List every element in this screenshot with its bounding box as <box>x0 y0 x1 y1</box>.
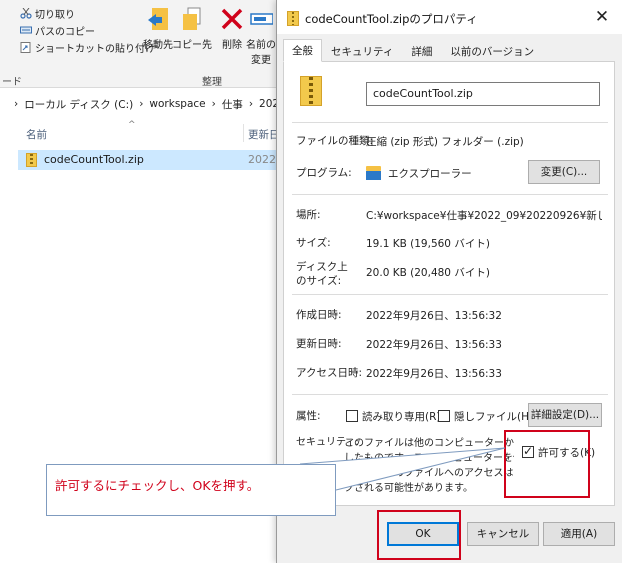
location-label: 場所: <box>296 209 321 221</box>
breadcrumb-separator: › <box>211 98 216 110</box>
rename-icon <box>249 6 274 32</box>
filename-field[interactable]: codeCountTool.zip <box>366 82 600 106</box>
tab-previous-versions[interactable]: 以前のバージョン <box>441 40 543 61</box>
column-name[interactable]: 名前 <box>26 127 47 142</box>
cancel-button[interactable]: キャンセル <box>467 522 539 546</box>
file-explorer-icon <box>366 166 381 180</box>
copy-to-icon <box>180 6 204 32</box>
zip-title-icon <box>287 11 299 26</box>
filetype-value: 圧縮 (zip 形式) フォルダー (.zip) <box>366 136 524 148</box>
readonly-label[interactable]: 読み取り専用(R) <box>362 409 441 424</box>
security-line: したものです。このコンピューターを保護す <box>344 453 514 464</box>
readonly-checkbox[interactable] <box>346 410 358 422</box>
size-value: 19.1 KB (19,560 バイト) <box>366 238 490 250</box>
divider <box>292 394 608 395</box>
copy-to-label: コピー先 <box>172 40 212 51</box>
scissors-icon <box>20 7 32 19</box>
divider <box>292 194 608 195</box>
program-value: エクスプローラー <box>388 168 472 180</box>
zip-file-icon <box>26 153 37 167</box>
breadcrumb-item-work[interactable]: 仕事 <box>222 97 243 112</box>
copy-path-label: パスのコピー <box>35 27 95 38</box>
disk-size-label: ディスク上 のサイズ: <box>296 260 348 288</box>
security-line: るため、このファイルへのアクセスはブロッ <box>344 468 514 479</box>
accessed-label: アクセス日時: <box>296 367 363 379</box>
breadcrumb-item-workspace[interactable]: workspace <box>149 98 205 110</box>
copy-path-button[interactable]: パスのコピー <box>20 23 95 38</box>
program-label: プログラム: <box>296 167 352 179</box>
copy-path-icon <box>20 25 32 36</box>
filetype-label: ファイルの種類: <box>296 135 374 147</box>
rename-label-1: 名前の <box>246 40 276 51</box>
move-to-label: 移動先 <box>143 40 173 51</box>
tab-details[interactable]: 詳細 <box>402 40 441 61</box>
size-label: サイズ: <box>296 237 331 249</box>
disk-size-value: 20.0 KB (20,480 バイト) <box>366 267 490 279</box>
breadcrumb-item-drive[interactable]: ローカル ディスク (C:) <box>24 97 133 112</box>
file-date: 2022/ <box>248 153 280 166</box>
callout-text: 許可するにチェックし、OKを押す。 <box>55 478 260 493</box>
breadcrumb-separator: › <box>248 98 254 110</box>
paste-shortcut-button[interactable]: ショートカットの貼り付け <box>20 40 155 55</box>
rename-button[interactable]: 名前の 変更 <box>244 6 278 66</box>
created-label: 作成日時: <box>296 309 342 321</box>
column-header: ^ 名前 更新日 <box>0 120 290 144</box>
location-value: C:¥workspace¥仕事¥2022_09¥20220926¥新しいフォ <box>366 210 602 222</box>
change-program-button[interactable]: 変更(C)... <box>528 160 600 184</box>
advanced-button[interactable]: 詳細設定(D)... <box>528 403 602 427</box>
tab-general[interactable]: 全般 <box>283 39 322 62</box>
disk-size-label-line1: ディスク上 <box>296 261 348 273</box>
zip-large-icon <box>300 76 322 106</box>
modified-label: 更新日時: <box>296 338 342 350</box>
instruction-callout: 許可するにチェックし、OKを押す。 <box>46 464 336 516</box>
ribbon: 切り取り パスのコピー ショートカットの貼り付け 移動先 コピー先 削除 名前の… <box>0 0 300 88</box>
tab-bar: 全般 セキュリティ 詳細 以前のバージョン <box>283 39 543 62</box>
organize-group-label: 整理 <box>202 77 222 88</box>
divider <box>292 294 608 295</box>
dialog-titlebar[interactable]: codeCountTool.zipのプロパティ ✕ <box>277 0 622 34</box>
disk-size-label-line2: のサイズ: <box>296 275 342 287</box>
address-bar[interactable]: › ローカル ディスク (C:) › workspace › 仕事 › 2022… <box>0 92 304 116</box>
breadcrumb-separator: › <box>139 98 144 110</box>
file-row[interactable]: codeCountTool.zip 2022/ <box>18 150 290 170</box>
cut-label: 切り取り <box>35 10 75 21</box>
column-date[interactable]: 更新日 <box>248 127 280 142</box>
hidden-label[interactable]: 隠しファイル(H) <box>454 409 533 424</box>
created-value: 2022年9月26日、13:56:32 <box>366 310 502 322</box>
dialog-title: codeCountTool.zipのプロパティ <box>305 12 478 26</box>
cut-button[interactable]: 切り取り <box>20 6 75 21</box>
paste-shortcut-label: ショートカットの貼り付け <box>35 44 155 55</box>
close-icon[interactable]: ✕ <box>591 6 613 28</box>
rename-label-2: 変更 <box>251 55 271 66</box>
accessed-value: 2022年9月26日、13:56:33 <box>366 368 502 380</box>
ok-highlight-box <box>377 510 461 560</box>
shortcut-icon <box>20 42 32 53</box>
security-line: クされる可能性があります。 <box>344 483 473 494</box>
move-to-icon <box>146 6 170 32</box>
attributes-label: 属性: <box>296 410 321 422</box>
security-message: このファイルは他のコンピューターから取得 したものです。このコンピューターを保護… <box>344 436 514 496</box>
breadcrumb-separator: › <box>14 98 19 110</box>
unblock-highlight-box <box>504 430 590 498</box>
file-name: codeCountTool.zip <box>44 153 144 166</box>
modified-value: 2022年9月26日、13:56:33 <box>366 339 502 351</box>
copy-to-button[interactable]: コピー先 <box>172 6 212 51</box>
column-divider[interactable] <box>243 124 244 142</box>
sort-arrow-icon: ^ <box>128 120 136 130</box>
hidden-checkbox[interactable] <box>438 410 450 422</box>
clipboard-group-label: ード <box>2 77 22 88</box>
delete-label: 削除 <box>222 40 242 51</box>
apply-button[interactable]: 適用(A) <box>543 522 615 546</box>
divider <box>292 122 608 123</box>
tab-security[interactable]: セキュリティ <box>322 40 402 61</box>
security-line: このファイルは他のコンピューターから取得 <box>344 438 514 449</box>
delete-x-icon <box>220 6 244 32</box>
